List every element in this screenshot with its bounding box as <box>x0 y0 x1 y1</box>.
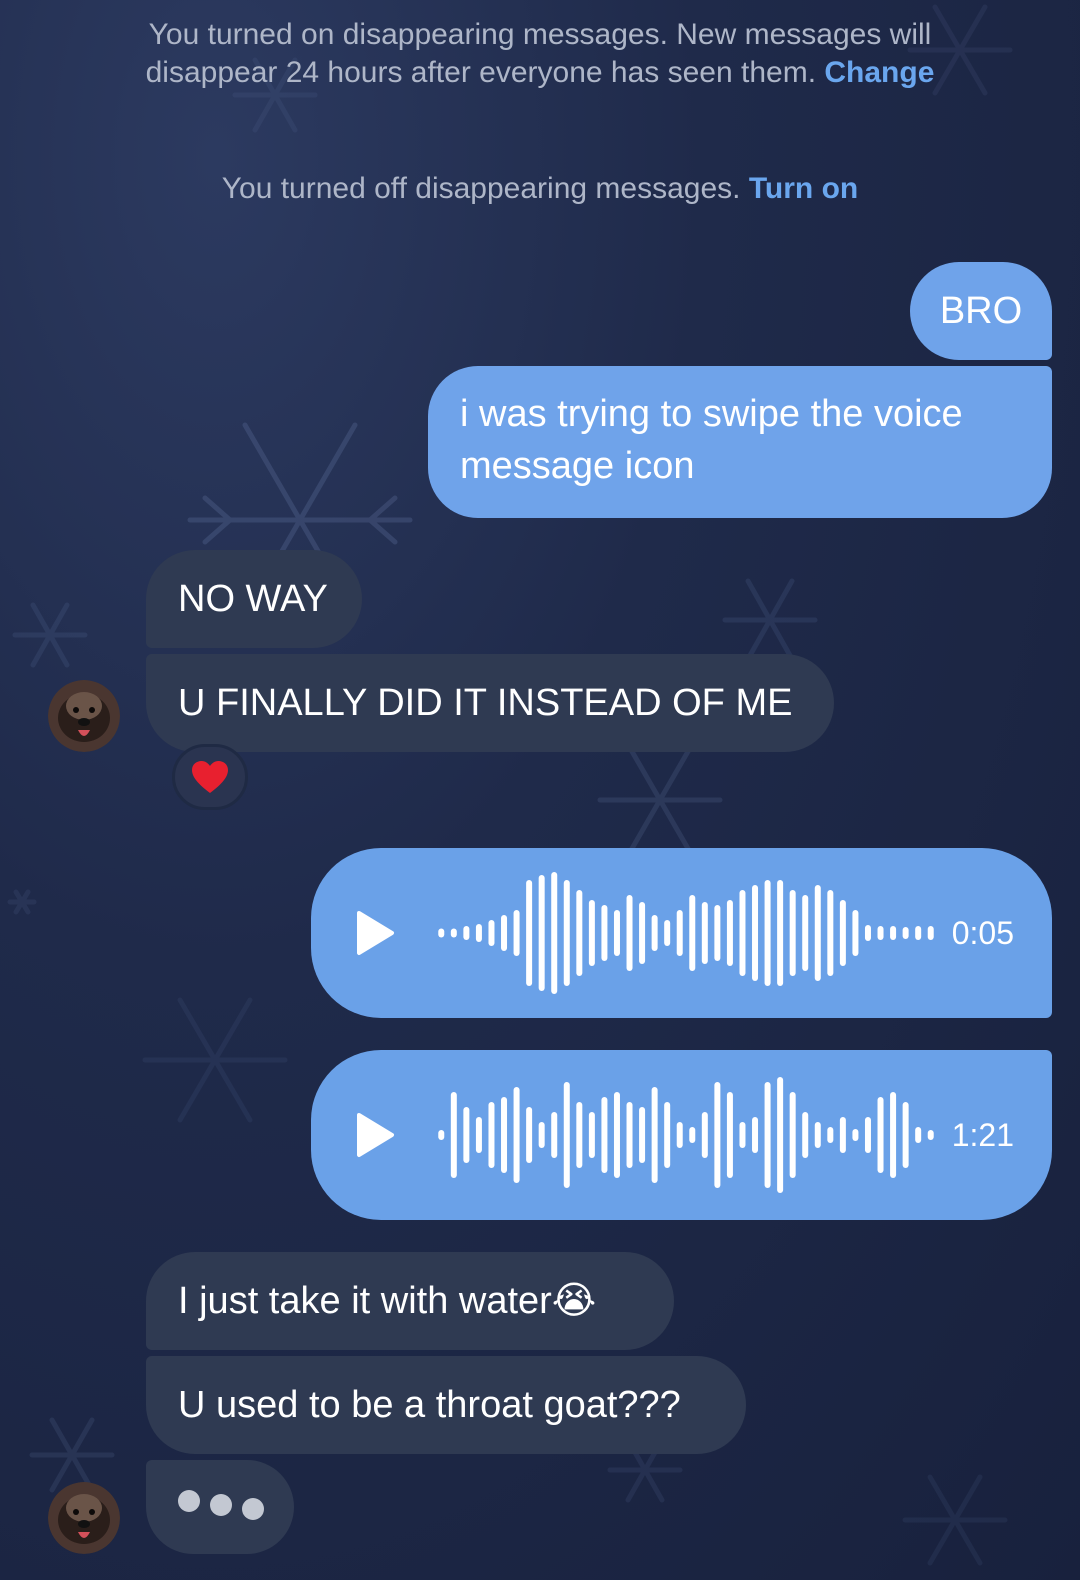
dog-avatar-image <box>48 680 120 752</box>
heart-icon <box>192 761 228 793</box>
disappearing-on-text: You turned on disappearing messages. New… <box>145 18 932 89</box>
contact-avatar[interactable] <box>48 1482 120 1554</box>
incoming-message[interactable]: I just take it with water😭 <box>146 1252 674 1350</box>
waveform-icon[interactable] <box>435 1065 937 1205</box>
message-text: BRO <box>939 290 1023 332</box>
typing-dot <box>210 1494 232 1516</box>
disappearing-on-notice: You turned on disappearing messages. New… <box>0 16 1080 92</box>
typing-dot <box>242 1498 264 1520</box>
typing-indicator <box>146 1460 294 1554</box>
change-link[interactable]: Change <box>824 56 934 89</box>
voice-duration: 1:21 <box>951 1117 1014 1153</box>
contact-avatar[interactable] <box>48 680 120 752</box>
incoming-message[interactable]: U used to be a throat goat??? <box>146 1356 746 1454</box>
voice-message[interactable]: 0:05 <box>311 848 1052 1018</box>
message-text: i was trying to swipe the voice message … <box>460 393 963 487</box>
voice-duration: 0:05 <box>951 915 1014 951</box>
dog-avatar-image <box>48 1482 120 1554</box>
message-text: U used to be a throat goat??? <box>178 1384 681 1426</box>
incoming-message[interactable]: NO WAY <box>146 550 362 648</box>
heart-reaction[interactable] <box>172 744 248 810</box>
message-text: I just take it with water😭 <box>178 1280 597 1322</box>
play-icon[interactable] <box>355 1112 395 1158</box>
disappearing-off-text: You turned off disappearing messages. <box>221 172 741 205</box>
disappearing-off-notice: You turned off disappearing messages. Tu… <box>0 170 1080 208</box>
typing-dot <box>178 1490 200 1512</box>
voice-message[interactable]: 1:21 <box>311 1050 1052 1220</box>
incoming-message[interactable]: U FINALLY DID IT INSTEAD OF ME <box>146 654 834 752</box>
waveform-icon[interactable] <box>435 863 937 1003</box>
message-text: NO WAY <box>178 578 328 620</box>
turn-on-link[interactable]: Turn on <box>749 172 858 205</box>
play-icon[interactable] <box>355 910 395 956</box>
outgoing-message[interactable]: i was trying to swipe the voice message … <box>428 366 1052 518</box>
outgoing-message[interactable]: BRO <box>910 262 1052 360</box>
message-text: U FINALLY DID IT INSTEAD OF ME <box>178 682 793 724</box>
